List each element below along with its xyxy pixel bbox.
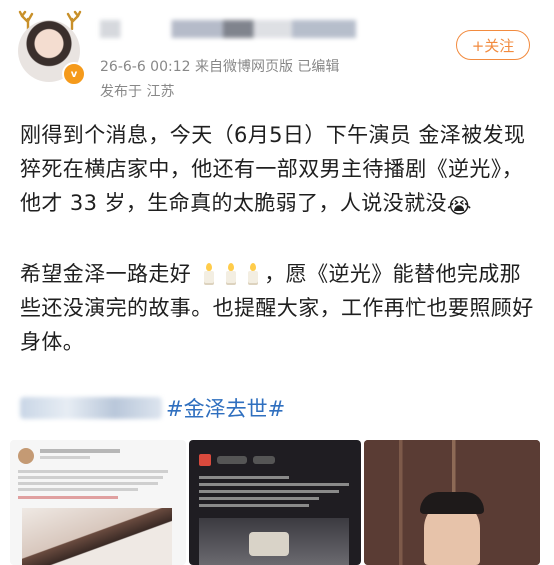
photo-thumb [22,508,172,565]
follow-button[interactable]: +关注 [456,30,530,60]
text-line [199,497,319,500]
image-grid [10,440,540,565]
toolbar-button [217,456,247,464]
app-icon [199,454,211,466]
username-redacted[interactable] [100,20,356,38]
avatar[interactable]: v [14,10,86,86]
topic-line: #金泽去世# [20,394,285,422]
text-line [18,488,138,491]
candle-icon [223,263,239,285]
post-paragraph: 希望金泽一路走好 ，愿《逆光》能替他完成那些还没演完的故事。也提醒大家，工作再忙… [20,257,535,359]
post-header: v 26-6-6 00:12 来自微博网页版 已编辑 发布于 江苏 +关注 [0,0,554,110]
avatar-thumb [18,448,34,464]
post-location: 发布于 江苏 [100,84,175,100]
portrait-hair [420,492,484,514]
post-image-1[interactable] [10,440,186,565]
text-line [18,482,158,485]
text-line [18,476,163,479]
candle-icon [201,263,217,285]
text-line [199,504,309,507]
redacted-text [20,397,162,419]
photo-thumb [249,532,289,556]
text-line [199,490,339,493]
vip-badge-icon: v [62,62,86,86]
post-body: 刚得到个消息，今天（6月5日）下午演员 金泽被发现猝死在横店家中，他还有一部双男… [20,118,535,359]
topic-hashtag-link[interactable]: #金泽去世# [166,393,285,423]
post-text: 希望金泽一路走好 [20,262,192,286]
post-paragraph: 刚得到个消息，今天（6月5日）下午演员 金泽被发现猝死在横店家中，他还有一部双男… [20,118,535,223]
post-image-2[interactable] [189,440,361,565]
post-image-3[interactable] [364,440,540,565]
text-line [40,449,120,453]
text-line [18,496,118,499]
candle-icon [245,263,261,285]
text-line [18,470,168,473]
crying-emoji-icon: 😭 [446,194,472,218]
text-line [199,476,289,479]
toolbar-button [253,456,275,464]
text-line [40,456,90,459]
post-meta: 26-6-6 00:12 来自微博网页版 已编辑 [100,59,340,75]
text-line [199,483,349,486]
